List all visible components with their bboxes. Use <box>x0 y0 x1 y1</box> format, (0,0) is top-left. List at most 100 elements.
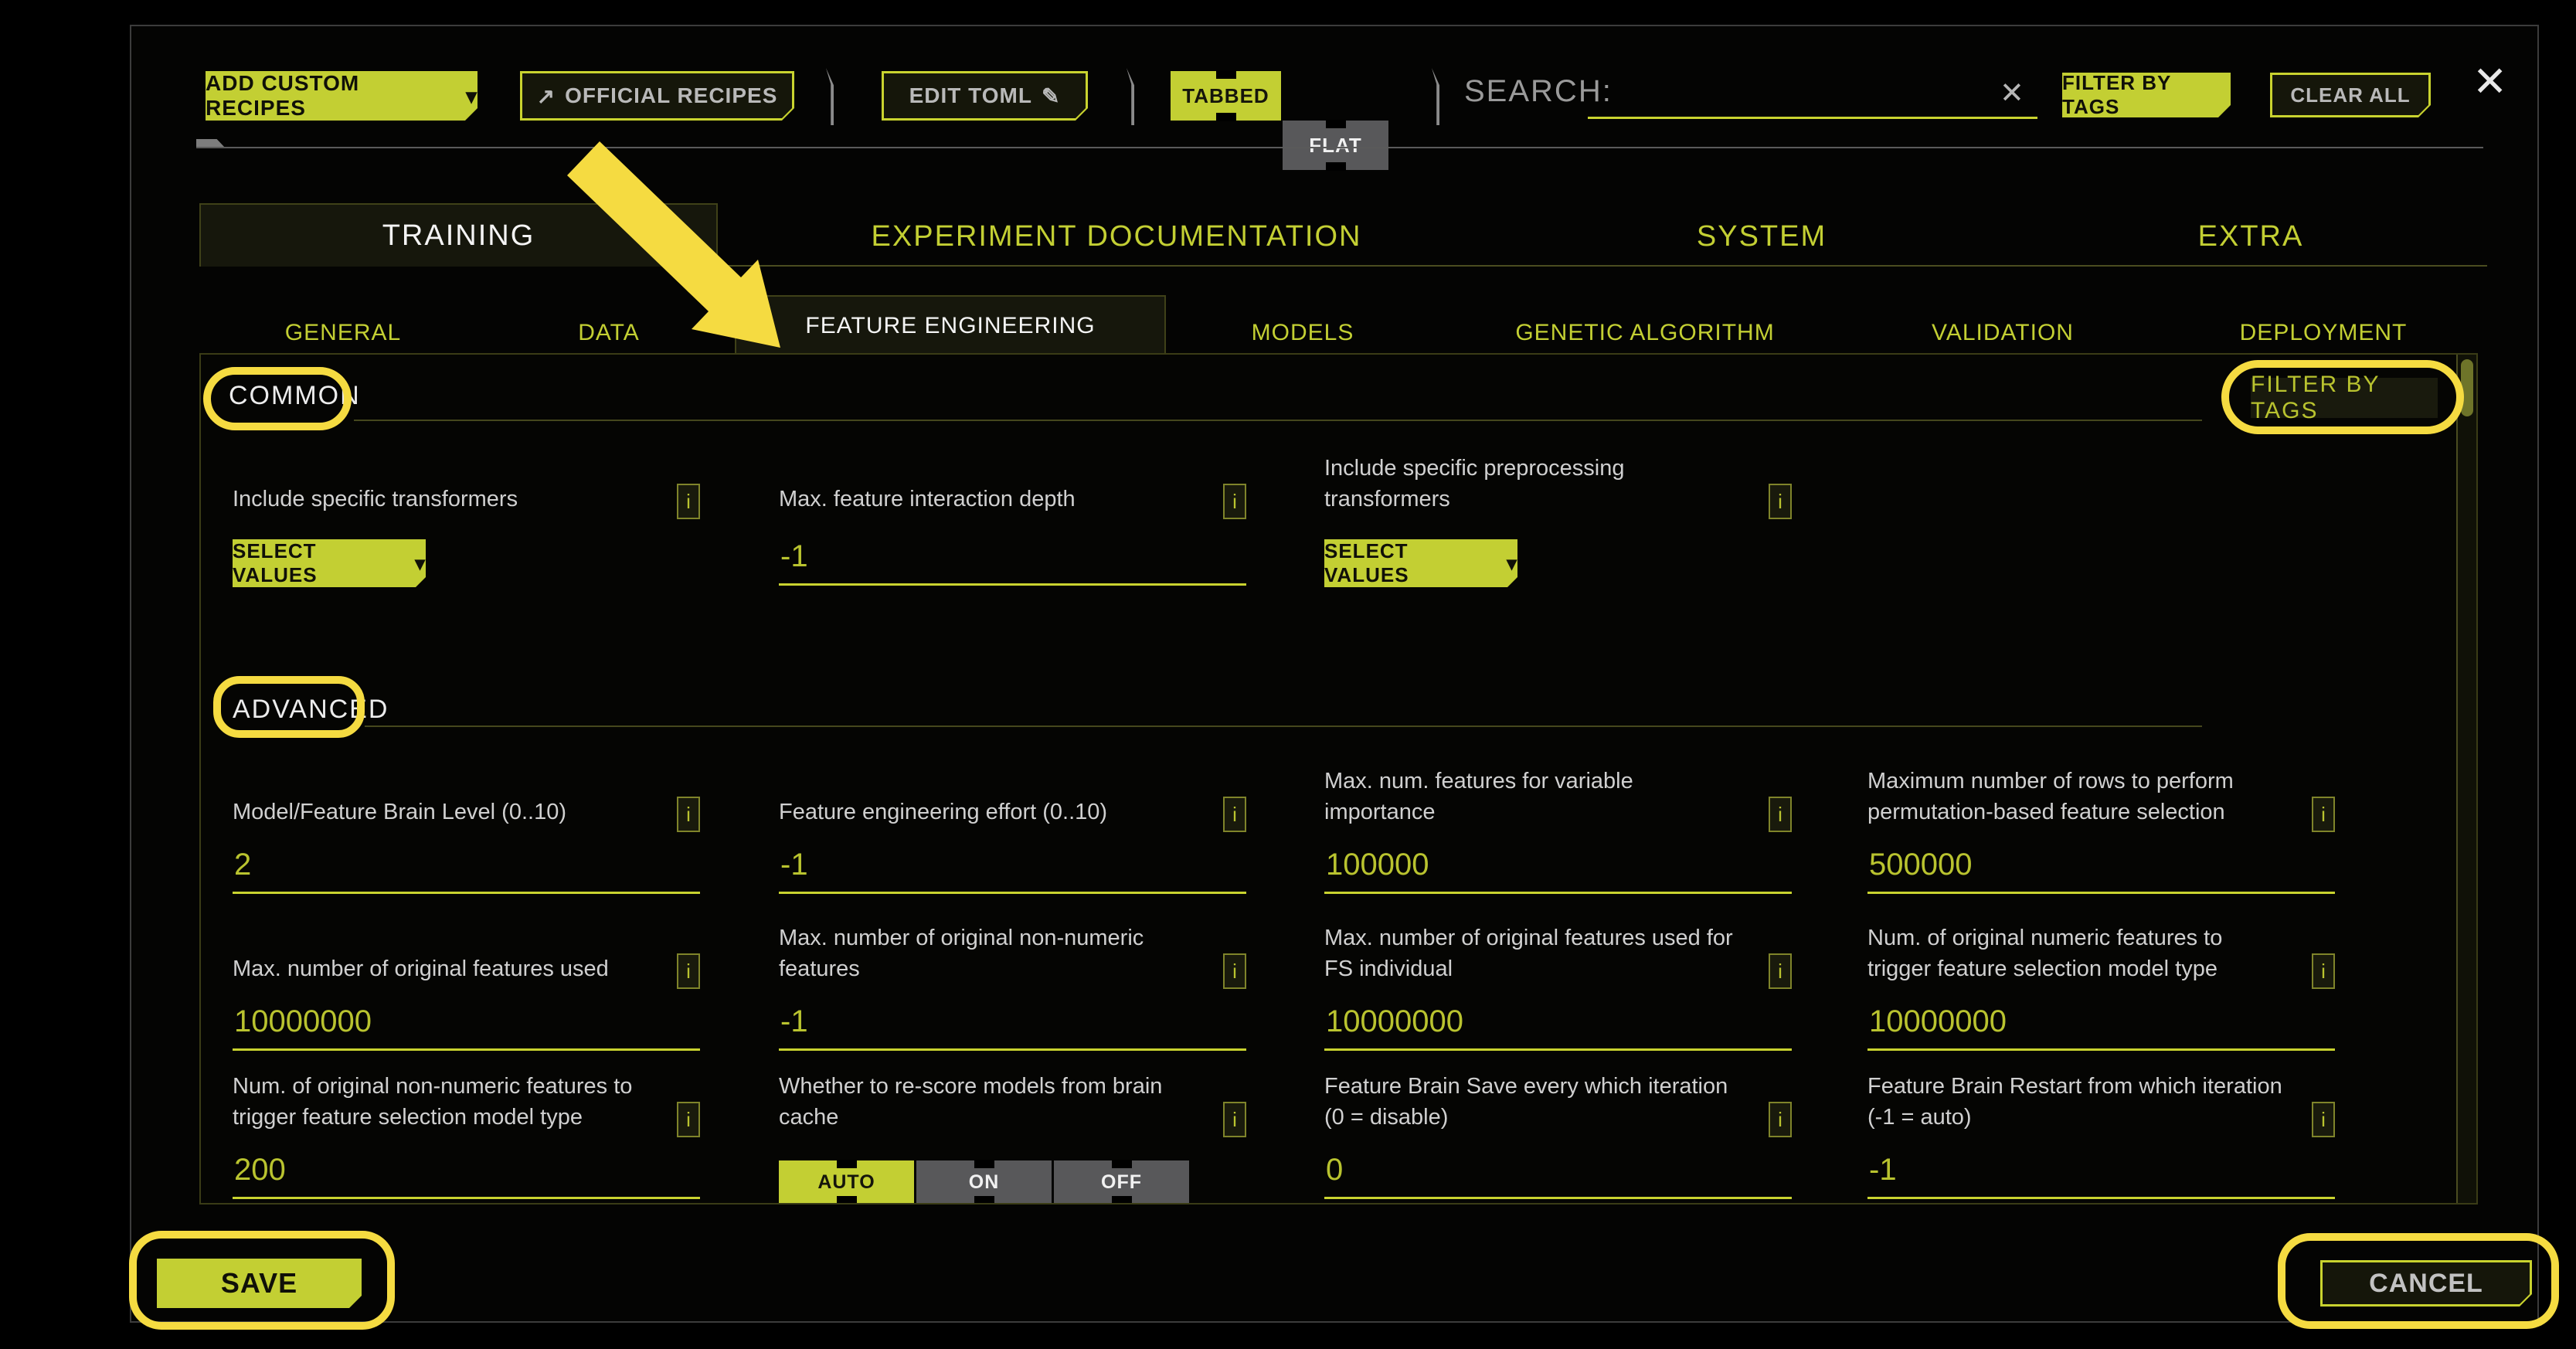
field-max-interaction-depth: Max. feature interaction depth i <box>779 443 1246 586</box>
cancel-button[interactable]: CANCEL <box>2320 1260 2532 1307</box>
field-max-orig-fs-individual: Max. number of original features used fo… <box>1324 913 1792 1051</box>
select-values-label: SELECT VALUES <box>233 539 406 587</box>
section-divider <box>365 725 2202 727</box>
info-icon[interactable]: i <box>2312 797 2335 832</box>
dropdown-caret-icon: ▾ <box>415 552 426 576</box>
expert-settings-dialog: ADD CUSTOM RECIPES ▾ ↗ OFFICIAL RECIPES … <box>130 25 2539 1323</box>
field-value-input[interactable] <box>233 848 700 894</box>
field-value-input[interactable] <box>1324 1004 1792 1051</box>
select-values-button[interactable]: SELECT VALUES ▾ <box>233 539 426 587</box>
field-value-input[interactable] <box>779 848 1246 894</box>
external-arrow-icon: ↗ <box>537 83 556 109</box>
field-rescore-brain-cache: Whether to re-score models from brain ca… <box>779 1062 1246 1204</box>
info-icon[interactable]: i <box>1223 953 1246 989</box>
info-icon[interactable]: i <box>677 484 700 519</box>
content-filter-by-tags-button[interactable]: FILTER BY TAGS <box>2251 378 2438 418</box>
field-value-input[interactable] <box>1324 1153 1792 1199</box>
field-label: Feature Brain Save every which iteration… <box>1324 1071 1742 1133</box>
filter-by-tags-button[interactable]: FILTER BY TAGS <box>2062 73 2231 117</box>
field-value-input[interactable] <box>779 1004 1246 1051</box>
save-button[interactable]: SAVE <box>157 1259 362 1308</box>
official-recipes-button-face: ↗ OFFICIAL RECIPES <box>522 73 792 118</box>
subtab-data[interactable]: DATA <box>578 320 640 346</box>
info-icon[interactable]: i <box>1223 797 1246 832</box>
subtab-general[interactable]: GENERAL <box>285 320 401 346</box>
field-label: Include specific transformers <box>233 484 518 515</box>
search-input[interactable] <box>1588 74 2037 119</box>
tab-extra[interactable]: EXTRA <box>2198 220 2304 253</box>
info-icon[interactable]: i <box>677 953 700 989</box>
field-value-input[interactable] <box>1867 1153 2335 1199</box>
info-icon[interactable]: i <box>1769 953 1792 989</box>
field-num-numeric-trigger-fs: Num. of original numeric features to tri… <box>1867 913 2335 1051</box>
cancel-label: CANCEL <box>2369 1269 2483 1299</box>
field-label: Max. number of original features used <box>233 953 609 984</box>
field-max-orig-features: Max. number of original features used i <box>233 913 700 1051</box>
field-value-input[interactable] <box>1867 1004 2335 1051</box>
settings-scroll-area: COMMON FILTER BY TAGS Include specific t… <box>199 353 2478 1205</box>
info-icon[interactable]: i <box>677 1102 700 1137</box>
field-label: Feature engineering effort (0..10) <box>779 797 1107 827</box>
info-icon[interactable]: i <box>1223 484 1246 519</box>
tabs-underline <box>718 265 2487 267</box>
info-icon[interactable]: i <box>1223 1102 1246 1137</box>
field-max-orig-nonnumeric: Max. number of original non-numeric feat… <box>779 913 1246 1051</box>
field-brain-save-iteration: Feature Brain Save every which iteration… <box>1324 1062 1792 1199</box>
field-fe-effort: Feature engineering effort (0..10) i <box>779 756 1246 894</box>
field-value-input[interactable] <box>779 539 1246 586</box>
field-brain-level: Model/Feature Brain Level (0..10) i <box>233 756 700 894</box>
field-label: Include specific preprocessing transform… <box>1324 453 1742 515</box>
field-label: Model/Feature Brain Level (0..10) <box>233 797 566 827</box>
clear-search-icon[interactable]: ✕ <box>2000 76 2024 110</box>
segment-on-label: ON <box>969 1171 1000 1194</box>
clear-all-button-face: CLEAR ALL <box>2272 75 2428 115</box>
select-values-button[interactable]: SELECT VALUES ▾ <box>1324 539 1517 587</box>
field-num-nonnumeric-trigger-fs: Num. of original non-numeric features to… <box>233 1062 700 1199</box>
subtab-genetic-algorithm[interactable]: GENETIC ALGORITHM <box>1515 320 1774 346</box>
field-value-input[interactable] <box>1324 848 1792 894</box>
field-value-input[interactable] <box>233 1153 700 1199</box>
info-icon[interactable]: i <box>2312 1102 2335 1137</box>
view-toggle-flat[interactable]: FLAT <box>1283 121 1388 170</box>
field-label: Max. feature interaction depth <box>779 484 1076 515</box>
segment-auto[interactable]: AUTO <box>779 1160 914 1204</box>
field-value-input[interactable] <box>233 1004 700 1051</box>
edit-toml-button[interactable]: EDIT TOML ✎ <box>882 71 1088 121</box>
info-icon[interactable]: i <box>677 797 700 832</box>
info-icon[interactable]: i <box>1769 484 1792 519</box>
tabbed-label: TABBED <box>1182 84 1269 108</box>
subtab-deployment[interactable]: DEPLOYMENT <box>2240 320 2408 346</box>
info-icon[interactable]: i <box>2312 953 2335 989</box>
tab-training-label: TRAINING <box>382 219 535 253</box>
cancel-button-face: CANCEL <box>2323 1262 2530 1304</box>
field-include-preprocessing-transformers: Include specific preprocessing transform… <box>1324 443 1792 587</box>
field-label: Max. number of original non-numeric feat… <box>779 923 1196 984</box>
scrollbar-track[interactable] <box>2456 355 2476 1203</box>
info-icon[interactable]: i <box>1769 797 1792 832</box>
subtab-validation[interactable]: VALIDATION <box>1932 320 2074 346</box>
view-toggle-tabbed[interactable]: TABBED <box>1171 71 1281 121</box>
tab-system[interactable]: SYSTEM <box>1697 220 1827 253</box>
segment-on[interactable]: ON <box>916 1160 1052 1204</box>
close-dialog-icon[interactable]: ✕ <box>2472 57 2507 106</box>
tab-experiment-documentation[interactable]: EXPERIMENT DOCUMENTATION <box>872 220 1362 253</box>
edit-toml-button-face: EDIT TOML ✎ <box>884 73 1086 118</box>
official-recipes-button[interactable]: ↗ OFFICIAL RECIPES <box>520 71 794 121</box>
official-recipes-label: OFFICIAL RECIPES <box>565 83 777 108</box>
field-label: Feature Brain Restart from which iterati… <box>1867 1071 2285 1133</box>
save-label: SAVE <box>221 1267 297 1300</box>
subtab-models[interactable]: MODELS <box>1252 320 1354 346</box>
clear-all-button[interactable]: CLEAR ALL <box>2270 73 2431 117</box>
section-title-advanced: ADVANCED <box>233 695 389 725</box>
info-icon[interactable]: i <box>1769 1102 1792 1137</box>
tab-training[interactable]: TRAINING <box>199 203 718 267</box>
add-custom-recipes-button[interactable]: ADD CUSTOM RECIPES ▾ <box>206 71 477 121</box>
subtab-feature-engineering[interactable]: FEATURE ENGINEERING <box>735 295 1166 355</box>
segment-off[interactable]: OFF <box>1054 1160 1189 1204</box>
pencil-icon: ✎ <box>1042 83 1060 109</box>
field-value-input[interactable] <box>1867 848 2335 894</box>
dropdown-caret-icon: ▾ <box>466 83 477 109</box>
toolbar-separator <box>1432 68 1439 125</box>
rescore-segmented-control: AUTO ON OFF <box>779 1160 1189 1204</box>
scrollbar-thumb[interactable] <box>2461 359 2473 416</box>
